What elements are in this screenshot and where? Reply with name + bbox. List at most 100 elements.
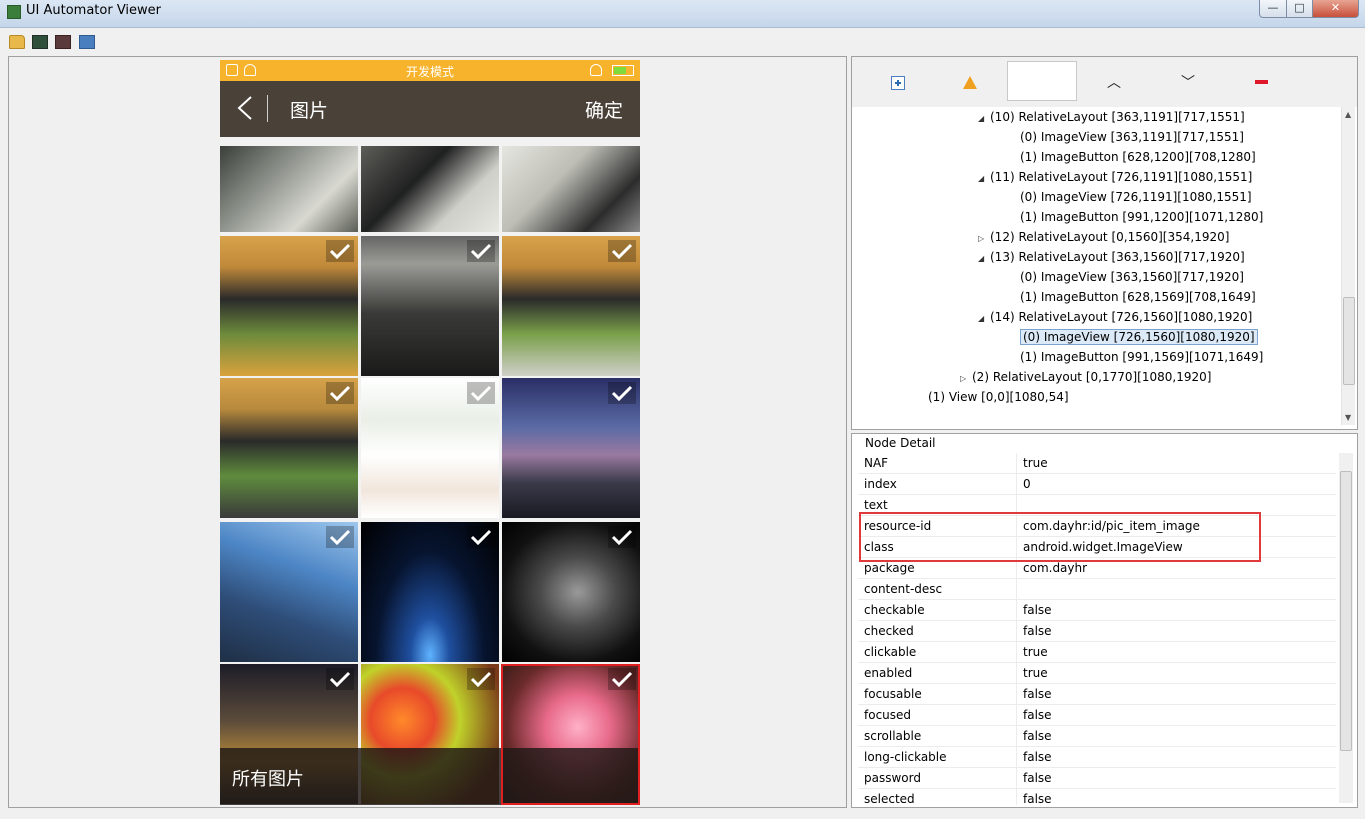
- tree-toggle-icon[interactable]: ▷: [960, 369, 972, 389]
- tree-node[interactable]: ◢ (13) RelativeLayout [363,1560][717,1920…: [978, 247, 1245, 267]
- tree-node[interactable]: ◢ (14) RelativeLayout [726,1560][1080,192…: [978, 307, 1252, 327]
- column-divider: [1016, 747, 1017, 768]
- chevron-down-icon[interactable]: ﹀: [1180, 72, 1196, 92]
- photo-tile[interactable]: [220, 522, 358, 662]
- scroll-up-icon[interactable]: ▲: [1345, 110, 1351, 119]
- tree-node[interactable]: ▷ (12) RelativeLayout [0,1560][354,1920]: [978, 227, 1229, 247]
- close-button[interactable]: ✕: [1312, 0, 1359, 18]
- tree-node[interactable]: (1) ImageButton [628,1569][708,1649]: [1008, 287, 1256, 307]
- checkmark-icon[interactable]: [608, 240, 636, 262]
- tree-node[interactable]: ▷ (2) RelativeLayout [0,1770][1080,1920]: [960, 367, 1211, 387]
- checkmark-icon[interactable]: [467, 526, 495, 548]
- photo-tile[interactable]: [220, 378, 358, 518]
- tree-node[interactable]: (0) ImageView [726,1560][1080,1920]: [1008, 327, 1258, 347]
- all-photos-label[interactable]: 所有图片: [232, 765, 304, 791]
- folder-open-icon[interactable]: [9, 35, 25, 49]
- tree-node-label: (12) RelativeLayout [0,1560][354,1920]: [990, 230, 1230, 244]
- tree-toggle-icon[interactable]: ◢: [978, 109, 990, 129]
- tree-toggle-icon[interactable]: ◢: [978, 169, 990, 189]
- detail-key: checked: [864, 624, 914, 638]
- tree-node-label: (0) ImageView [726,1191][1080,1551]: [1020, 190, 1252, 204]
- detail-row[interactable]: focused false: [858, 705, 1336, 726]
- checkmark-icon[interactable]: [608, 382, 636, 404]
- tree-node-label: (0) ImageView [363,1191][717,1551]: [1020, 130, 1244, 144]
- checkmark-icon[interactable]: [608, 526, 636, 548]
- clear-icon[interactable]: [1255, 80, 1268, 84]
- detail-value: true: [1023, 666, 1048, 680]
- expand-all-icon[interactable]: [891, 76, 905, 90]
- detail-value: false: [1023, 603, 1052, 617]
- photo-tile[interactable]: [361, 378, 499, 518]
- detail-row[interactable]: checkable false: [858, 600, 1336, 621]
- main-toolbar: [0, 30, 1365, 54]
- detail-row[interactable]: focusable false: [858, 684, 1336, 705]
- checkmark-icon[interactable]: [326, 668, 354, 690]
- photo-tile[interactable]: [502, 378, 640, 518]
- photo-tile[interactable]: [220, 146, 358, 232]
- device-screenshot-icon[interactable]: [32, 35, 48, 49]
- scroll-thumb[interactable]: [1343, 297, 1355, 385]
- tree-toggle-icon[interactable]: ▷: [978, 229, 990, 249]
- tree-node[interactable]: (0) ImageView [363,1191][717,1551]: [1008, 127, 1244, 147]
- column-divider: [1016, 621, 1017, 642]
- checkmark-icon[interactable]: [326, 526, 354, 548]
- tree-node[interactable]: (0) ImageView [363,1560][717,1920]: [1008, 267, 1244, 287]
- detail-row[interactable]: enabled true: [858, 663, 1336, 684]
- photo-tile[interactable]: [502, 236, 640, 376]
- maximize-button[interactable]: □: [1286, 0, 1313, 18]
- detail-scrollbar[interactable]: [1339, 453, 1353, 803]
- warning-icon[interactable]: [963, 76, 977, 89]
- tree-node[interactable]: ◢ (10) RelativeLayout [363,1191][717,1551…: [978, 107, 1245, 127]
- photo-tile[interactable]: [361, 522, 499, 662]
- tree-toggle-icon[interactable]: ◢: [978, 309, 990, 329]
- detail-row[interactable]: scrollable false: [858, 726, 1336, 747]
- tree-node[interactable]: (1) ImageButton [991,1569][1071,1649]: [1008, 347, 1263, 367]
- tree-node-label: (1) View [0,0][1080,54]: [928, 390, 1069, 404]
- battery-level: [614, 67, 626, 74]
- photo-tile[interactable]: [502, 522, 640, 662]
- column-divider: [1016, 789, 1017, 805]
- detail-row[interactable]: clickable true: [858, 642, 1336, 663]
- photo-tile[interactable]: [361, 146, 499, 232]
- chevron-up-icon[interactable]: ︿: [1106, 72, 1122, 92]
- tree-node[interactable]: ◢ (11) RelativeLayout [726,1191][1080,155…: [978, 167, 1252, 187]
- detail-row[interactable]: checked false: [858, 621, 1336, 642]
- checkmark-icon[interactable]: [467, 382, 495, 404]
- device-screenshot[interactable]: 开发模式 图片 确定 所有图片: [220, 60, 640, 805]
- detail-row[interactable]: NAF true: [858, 453, 1336, 474]
- tree-node[interactable]: (1) ImageButton [991,1200][1071,1280]: [1008, 207, 1263, 227]
- photo-tile[interactable]: [220, 236, 358, 376]
- checkmark-icon[interactable]: [326, 382, 354, 404]
- tree-node[interactable]: (0) ImageView [726,1191][1080,1551]: [1008, 187, 1252, 207]
- battery-icon: [612, 65, 634, 76]
- checkmark-icon[interactable]: [326, 240, 354, 262]
- search-input[interactable]: [1007, 61, 1077, 101]
- scroll-thumb[interactable]: [1340, 471, 1352, 751]
- annotation-highlight: [859, 512, 1261, 562]
- save-icon[interactable]: [79, 35, 95, 49]
- scroll-down-icon[interactable]: ▼: [1345, 413, 1351, 422]
- detail-key: selected: [864, 792, 915, 805]
- detail-row[interactable]: password false: [858, 768, 1336, 789]
- tree-scrollbar[interactable]: ▲ ▼: [1341, 107, 1355, 425]
- checkmark-icon[interactable]: [467, 668, 495, 690]
- tree-node[interactable]: (1) View [0,0][1080,54]: [916, 387, 1069, 407]
- detail-row[interactable]: index 0: [858, 474, 1336, 495]
- detail-key: scrollable: [864, 729, 922, 743]
- minimize-button[interactable]: —: [1259, 0, 1287, 18]
- checkmark-icon[interactable]: [467, 240, 495, 262]
- node-detail-title: Node Detail: [863, 436, 938, 450]
- photo-tile[interactable]: [361, 236, 499, 376]
- photo-tile[interactable]: [502, 146, 640, 232]
- detail-row[interactable]: content-desc: [858, 579, 1336, 600]
- tree-node-label: (11) RelativeLayout [726,1191][1080,1551…: [990, 170, 1253, 184]
- detail-key: focusable: [864, 687, 922, 701]
- confirm-button[interactable]: 确定: [585, 96, 623, 123]
- detail-row[interactable]: long-clickable false: [858, 747, 1336, 768]
- tree-node[interactable]: (1) ImageButton [628,1200][708,1280]: [1008, 147, 1256, 167]
- detail-key: clickable: [864, 645, 917, 659]
- tree-toggle-icon[interactable]: ◢: [978, 249, 990, 269]
- back-arrow-icon[interactable]: [236, 95, 254, 121]
- detail-row[interactable]: selected false: [858, 789, 1336, 805]
- device-screenshot-compressed-icon[interactable]: [55, 35, 71, 49]
